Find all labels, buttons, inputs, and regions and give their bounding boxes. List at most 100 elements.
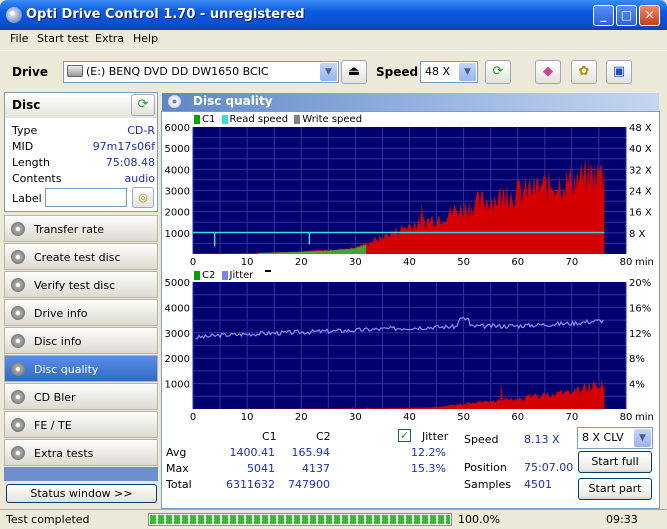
- start-full-button[interactable]: Start full: [578, 451, 652, 473]
- disc-icon: [11, 446, 25, 460]
- settings-button[interactable]: ✿: [571, 60, 597, 84]
- speed-select[interactable]: 48 X ▼: [420, 61, 478, 83]
- nav-label: Create test disc: [34, 251, 121, 264]
- progress-bar: [148, 513, 452, 526]
- x-tick-label: 40: [403, 412, 416, 423]
- x-tick-label: 20: [295, 257, 308, 268]
- nav-label: Extra tests: [34, 447, 94, 460]
- minimize-button[interactable]: _: [593, 5, 614, 26]
- contents-value: audio: [124, 172, 155, 185]
- close-button[interactable]: ✕: [639, 5, 660, 26]
- c1-chart: 1000 2000 3000 4000 5000 6000 8 X 16 X 24 X 32 X 4…: [165, 124, 654, 268]
- disc-quality-header: Disc quality: [162, 93, 659, 111]
- nav-label: Drive info: [34, 307, 88, 320]
- refresh-button[interactable]: ⟳: [485, 60, 511, 84]
- save-button[interactable]: ▣: [606, 60, 632, 84]
- menu-start-test[interactable]: Start test: [37, 32, 89, 45]
- samples-label: Samples: [464, 478, 511, 491]
- type-value: CD-R: [127, 124, 155, 137]
- erase-button[interactable]: ◆: [535, 60, 561, 84]
- eject-button[interactable]: ⏏: [341, 60, 367, 84]
- y-left-tick-label: 5000: [165, 279, 190, 289]
- drive-select[interactable]: (E:) BENQ DVD DD DW1650 BCIC ▼: [63, 61, 339, 83]
- chevron-down-icon[interactable]: ▼: [320, 63, 337, 81]
- progress-percent: 100.0%: [458, 513, 500, 526]
- speed-mode-value: 8 X CLV: [582, 431, 624, 444]
- gear-icon: ✿: [578, 64, 590, 79]
- nav-disc-quality[interactable]: Disc quality: [4, 355, 158, 382]
- x-tick-label: 40: [403, 257, 416, 268]
- jitter-label: Jitter: [422, 430, 449, 443]
- menu-extra[interactable]: Extra: [95, 32, 124, 45]
- disc-icon: [11, 362, 25, 376]
- disc-info-panel: Disc ⟳ Type CD-R MID 97m17s06f Length 75…: [4, 92, 158, 212]
- label-apply-button[interactable]: ◎: [132, 187, 154, 208]
- eject-icon: ⏏: [347, 64, 361, 79]
- app-disc-icon: [6, 7, 22, 23]
- nav-label: Disc info: [34, 335, 82, 348]
- panel-title: Disc quality: [193, 94, 273, 108]
- y-right-tick-label: 32 X: [629, 165, 652, 176]
- maximize-button[interactable]: □: [616, 5, 637, 26]
- x-tick-label: 80: [620, 412, 633, 423]
- label-label: Label: [12, 192, 42, 205]
- max-c1-value: 5041: [247, 462, 275, 475]
- legend-marker: [264, 270, 271, 272]
- progress-fill: [150, 515, 450, 524]
- chevron-down-icon[interactable]: ▼: [634, 429, 651, 447]
- chevron-down-icon[interactable]: ▼: [459, 63, 476, 81]
- nav-label: Verify test disc: [34, 279, 116, 292]
- nav-transfer-rate[interactable]: Transfer rate: [4, 215, 158, 242]
- avg-c2-value: 165.94: [291, 446, 331, 459]
- start-part-button[interactable]: Start part: [578, 478, 652, 500]
- x-tick-label: 70: [566, 412, 579, 423]
- status-text: Test completed: [6, 513, 90, 526]
- disc-icon: [11, 390, 25, 404]
- avg-c1-value: 1400.41: [229, 446, 276, 459]
- read-speed-swatch: [221, 114, 228, 124]
- y-right-tick-label: 20%: [629, 279, 651, 289]
- x-unit-label: min: [635, 257, 654, 268]
- x-tick-label: 10: [241, 257, 254, 268]
- x-tick-label: 70: [566, 257, 579, 268]
- refresh-icon: ⟳: [492, 64, 504, 79]
- disc-icon: [11, 306, 25, 320]
- eraser-icon: ◆: [543, 64, 553, 79]
- jitter-checkbox[interactable]: ✓: [398, 429, 411, 442]
- nav-extra-tests[interactable]: Extra tests: [4, 439, 158, 466]
- length-value: 75:08.48: [105, 156, 155, 169]
- length-label: Length: [12, 156, 50, 169]
- status-window-button[interactable]: Status window >>: [6, 484, 157, 503]
- position-label: Position: [464, 461, 507, 474]
- jitter-max-value: 15.3%: [411, 462, 446, 475]
- nav-fe-te[interactable]: FE / TE: [4, 411, 158, 438]
- drive-icon: [67, 65, 83, 77]
- x-tick-label: 50: [457, 257, 470, 268]
- x-tick-label: 50: [457, 412, 470, 423]
- menu-file[interactable]: File: [10, 32, 28, 45]
- x-tick-label: 80: [620, 257, 633, 268]
- position-value: 75:07.00: [524, 461, 574, 474]
- y-left-tick-label: 1000: [165, 380, 190, 391]
- y-right-tick-label: 16 X: [629, 208, 652, 219]
- speed-stat-label: Speed: [464, 433, 499, 446]
- nav-drive-info[interactable]: Drive info: [4, 299, 158, 326]
- nav-verify-test-disc[interactable]: Verify test disc: [4, 271, 158, 298]
- x-tick-label: 0: [190, 257, 196, 268]
- y-left-tick-label: 5000: [165, 144, 190, 155]
- status-bar: Test completed 100.0% 09:33: [0, 509, 667, 529]
- speed-mode-select[interactable]: 8 X CLV ▼: [577, 427, 653, 449]
- nav-create-test-disc[interactable]: Create test disc: [4, 243, 158, 270]
- x-tick-label: 10: [241, 412, 254, 423]
- disc-refresh-button[interactable]: ⟳: [131, 94, 155, 116]
- menu-help[interactable]: Help: [133, 32, 158, 45]
- x-tick-label: 20: [295, 412, 308, 423]
- nav-label: Disc quality: [34, 363, 99, 376]
- y-right-tick-label: 24 X: [629, 187, 652, 198]
- nav-disc-info[interactable]: Disc info: [4, 327, 158, 354]
- speed-stat-value: 8.13 X: [524, 433, 560, 446]
- x-unit-label: min: [635, 412, 654, 423]
- nav-cd-bler[interactable]: CD Bler: [4, 383, 158, 410]
- label-input[interactable]: [45, 188, 127, 207]
- type-label: Type: [12, 124, 38, 137]
